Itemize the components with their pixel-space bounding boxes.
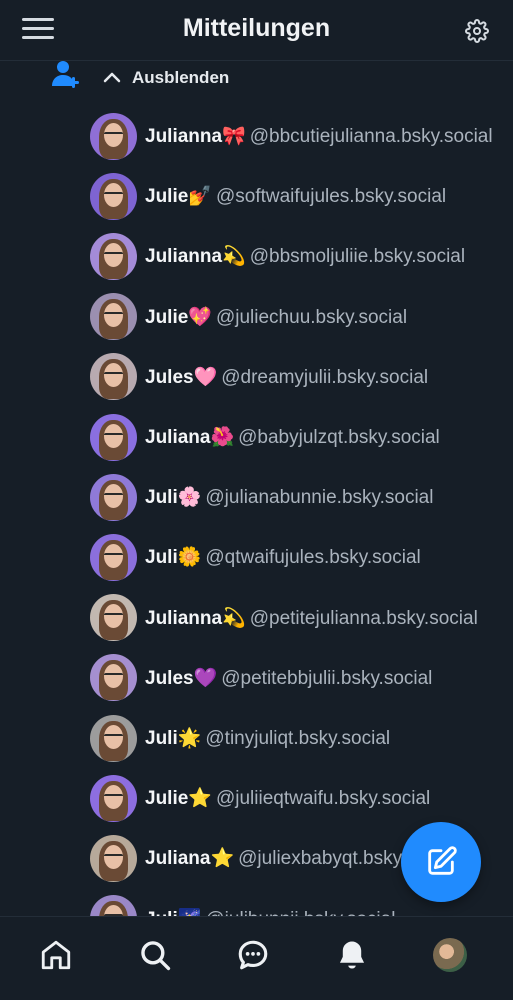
follower-text: Jules💜 @petitebbjulii.bsky.social (145, 666, 500, 690)
follower-text: Julie⭐ @juliieqtwaifu.bsky.social (145, 786, 500, 810)
avatar[interactable] (90, 533, 137, 581)
bottom-nav (0, 916, 513, 1000)
follower-handle: @babyjulzqt.bsky.social (238, 427, 440, 448)
notifications-screen: Mitteilungen Ausblenden Julianna🎀 @bbcuti… (0, 0, 513, 1000)
follower-name: Julianna💫 (145, 246, 246, 268)
follower-text: Juliana🌺 @babyjulzqt.bsky.social (145, 425, 500, 449)
follower-text: Juli🌟 @tinyjuliqt.bsky.social (145, 726, 500, 750)
avatar[interactable] (90, 654, 137, 702)
follower-handle: @tinyjuliqt.bsky.social (205, 728, 391, 749)
avatar[interactable] (90, 594, 137, 642)
follower-row[interactable]: Juli🌸 @julianabunnie.bsky.social (90, 467, 500, 527)
follower-row[interactable]: Julianna💫 @bbsmoljuliie.bsky.social (90, 226, 500, 286)
follower-handle: @julianabunnie.bsky.social (205, 487, 434, 509)
follower-row[interactable]: Julie💅 @softwaifujules.bsky.social (90, 166, 500, 226)
follower-row[interactable]: Juli🌼 @qtwaifujules.bsky.social (90, 527, 500, 587)
profile-avatar (433, 938, 467, 972)
follower-name: Juli🌸 (145, 487, 202, 509)
follower-text: Julianna💫 @bbsmoljuliie.bsky.social (145, 244, 500, 268)
follower-name: Juliana🌺 (145, 427, 235, 448)
follower-handle: @qtwaifujules.bsky.social (205, 547, 421, 569)
follower-text: Juli🌼 @qtwaifujules.bsky.social (145, 545, 500, 569)
follower-name: Julie⭐ (145, 788, 212, 810)
collapse-toggle[interactable]: Ausblenden (102, 66, 229, 90)
follower-handle: @petitejulianna.bsky.social (249, 607, 478, 629)
chat-icon (238, 940, 268, 970)
follower-text: Julie💖 @juliechuu.bsky.social (145, 305, 500, 329)
follower-handle: @juliieqtwaifu.bsky.social (215, 788, 431, 810)
avatar[interactable] (90, 172, 137, 220)
follower-name: Julie💖 (145, 306, 212, 328)
search-icon (141, 941, 171, 971)
collapse-label: Ausblenden (132, 68, 230, 87)
follower-name: Jules💜 (145, 667, 218, 689)
follower-handle: @softwaifujules.bsky.social (215, 186, 447, 208)
avatar[interactable] (90, 413, 137, 461)
avatar[interactable] (90, 774, 137, 822)
follower-text: Jules🩷 @dreamyjulii.bsky.social (145, 365, 500, 389)
avatar[interactable] (90, 112, 137, 160)
follower-handle: @petitebbjulii.bsky.social (221, 667, 433, 689)
chevron-up-icon (103, 72, 121, 83)
avatar[interactable] (90, 473, 137, 521)
follower-text: Juli🌸 @julianabunnie.bsky.social (145, 485, 500, 509)
follower-row[interactable]: Juliana🌺 @babyjulzqt.bsky.social (90, 407, 500, 467)
follower-text: Julie💅 @softwaifujules.bsky.social (145, 184, 500, 208)
follower-text: Julianna🎀 @bbcutiejulianna.bsky.social (145, 124, 500, 148)
follower-row[interactable]: Jules💜 @petitebbjulii.bsky.social (90, 648, 500, 708)
follower-row[interactable]: Julianna💫 @petitejulianna.bsky.social (90, 588, 500, 648)
follower-row[interactable]: Julie💖 @juliechuu.bsky.social (90, 287, 500, 347)
follower-row[interactable]: Julianna🎀 @bbcutiejulianna.bsky.social (90, 106, 500, 166)
follower-name: Juli🌟 (145, 728, 202, 749)
follower-name: Juliana⭐ (145, 848, 235, 870)
follower-name: Julianna💫 (145, 607, 246, 629)
avatar[interactable] (90, 834, 137, 882)
gear-icon[interactable] (465, 19, 489, 43)
nav-chat[interactable] (233, 935, 273, 975)
follower-name: Julie💅 (145, 186, 212, 208)
nav-notifications[interactable] (332, 935, 372, 975)
compose-button[interactable] (401, 822, 481, 902)
avatar[interactable] (90, 353, 137, 401)
follower-handle: @juliechuu.bsky.social (215, 306, 408, 328)
header: Mitteilungen (0, 0, 513, 61)
home-icon (41, 940, 71, 970)
bell-icon (339, 941, 365, 969)
follower-name: Juli🌼 (145, 547, 202, 569)
nav-home[interactable] (36, 935, 76, 975)
follower-handle: @bbsmoljuliie.bsky.social (249, 246, 466, 268)
follower-row[interactable]: Jules🩷 @dreamyjulii.bsky.social (90, 347, 500, 407)
avatar[interactable] (90, 293, 137, 341)
follower-text: Julianna💫 @petitejulianna.bsky.social (145, 606, 500, 630)
user-plus-icon (50, 58, 82, 90)
nav-search[interactable] (135, 935, 175, 975)
follower-name: Julianna🎀 (145, 126, 246, 147)
compose-icon (428, 846, 457, 875)
nav-profile[interactable] (430, 935, 470, 975)
follower-row[interactable]: Juli🌟 @tinyjuliqt.bsky.social (90, 708, 500, 768)
page-title: Mitteilungen (182, 14, 331, 42)
follower-handle: @dreamyjulii.bsky.social (221, 366, 429, 388)
follower-handle: @bbcutiejulianna.bsky.social (249, 126, 493, 147)
avatar[interactable] (90, 714, 137, 762)
avatar[interactable] (90, 232, 137, 280)
follower-row[interactable]: Julie⭐ @juliieqtwaifu.bsky.social (90, 768, 500, 828)
follower-name: Jules🩷 (145, 366, 218, 388)
